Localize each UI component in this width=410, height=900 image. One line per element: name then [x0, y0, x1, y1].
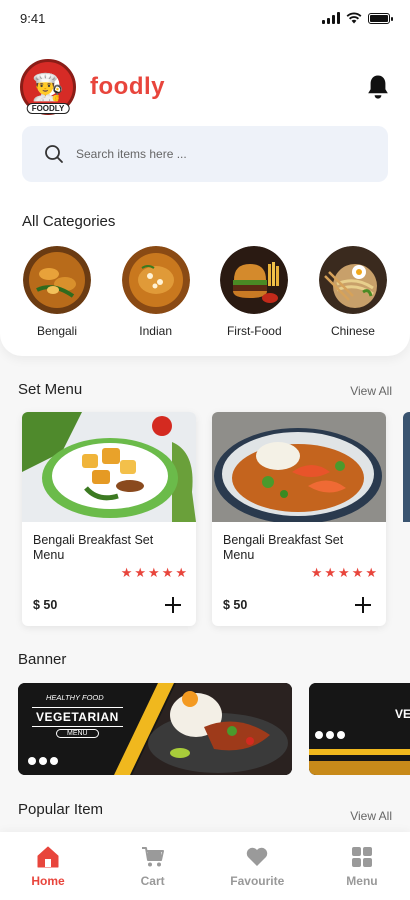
social-icons [315, 731, 345, 739]
cart-icon [141, 846, 164, 866]
bell-icon [368, 75, 388, 99]
set-menu-view-all-link[interactable]: View All [350, 384, 392, 398]
card-price: $ 50 [33, 598, 58, 612]
star-icon: ★ [120, 565, 133, 580]
category-list: Bengali Indian First-Food Chinese [22, 246, 388, 338]
banner-card[interactable]: Healthy Food Vegetarian Menu [18, 683, 292, 775]
category-label: First-Food [226, 324, 282, 338]
chef-icon: 👨‍🍳 [31, 72, 65, 102]
card-price: $ 50 [223, 598, 248, 612]
status-time: 9:41 [20, 10, 46, 26]
categories-title: All Categories [22, 213, 116, 230]
nav-cart[interactable]: Cart [113, 845, 193, 888]
add-to-cart-button[interactable] [162, 594, 184, 616]
category-chinese[interactable]: Chinese [318, 246, 388, 338]
star-icon: ★ [148, 565, 160, 580]
banner-tagline: Healthy Food [46, 693, 104, 702]
banner-heading: Vegetarian [32, 707, 123, 727]
add-to-cart-button[interactable] [352, 594, 374, 616]
rating-stars: ★ ★ ★ ★ ★ [311, 566, 377, 579]
star-icon: ★ [351, 565, 364, 580]
nav-menu[interactable]: Menu [322, 845, 402, 888]
popular-title: Popular Item [18, 801, 104, 818]
fast-food-image [220, 246, 289, 314]
twitter-icon [326, 731, 334, 739]
twitter-icon [39, 757, 47, 765]
banner-heading: Ve [395, 707, 410, 721]
banner-title: Banner [18, 651, 67, 668]
grid-icon [351, 846, 372, 867]
food-image [22, 412, 196, 522]
star-icon: ★ [310, 565, 323, 580]
set-menu-title: Set Menu [18, 381, 83, 398]
nav-favourite[interactable]: Favourite [217, 845, 297, 888]
star-icon: ★ [338, 565, 350, 580]
home-icon [37, 846, 59, 867]
search-bar[interactable] [22, 126, 388, 182]
plus-icon [165, 597, 181, 613]
banner-image [309, 683, 410, 775]
status-icons [322, 12, 393, 24]
star-icon: ★ [161, 565, 174, 580]
signal-icon [322, 12, 340, 24]
rating-stars: ★ ★ ★ ★ ★ [121, 566, 187, 579]
star-icon: ★ [134, 565, 147, 580]
nav-label: Home [31, 873, 65, 888]
category-first-food[interactable]: First-Food [219, 246, 289, 338]
banner-cta: Menu [56, 729, 99, 738]
brand-name: foodly [90, 73, 165, 100]
popular-view-all-link[interactable]: View All [350, 809, 392, 823]
search-input[interactable] [76, 147, 356, 161]
star-icon: ★ [365, 565, 377, 580]
star-icon: ★ [175, 565, 187, 580]
category-bengali[interactable]: Bengali [22, 246, 92, 338]
chinese-food-image [318, 246, 387, 314]
social-icons [28, 757, 58, 765]
category-indian[interactable]: Indian [121, 246, 191, 338]
wifi-icon [346, 12, 362, 24]
category-label: Bengali [36, 324, 78, 338]
app-header: 👨‍🍳 FOODLY foodly [20, 52, 392, 122]
notification-button[interactable] [364, 73, 392, 101]
banner-card[interactable]: Ve [309, 683, 410, 775]
card-title: Bengali Breakfast Set Menu [223, 533, 344, 562]
food-image [212, 412, 386, 524]
plus-icon [355, 597, 371, 613]
nav-home[interactable]: Home [8, 845, 88, 888]
category-label: Indian [139, 324, 172, 338]
battery-icon [368, 12, 393, 24]
nav-label: Menu [346, 873, 378, 888]
instagram-icon [50, 757, 58, 765]
heart-icon [247, 847, 268, 866]
card-title: Bengali Breakfast Set Menu [33, 533, 154, 562]
facebook-icon [315, 731, 323, 739]
set-menu-card[interactable]: Bengali Breakfast Set Menu ★ ★ ★ ★ ★ $ 5… [22, 412, 196, 626]
nav-label: Cart [140, 873, 165, 888]
nav-label: Favourite [230, 873, 285, 888]
indian-food-image [121, 246, 190, 314]
set-menu-card-peek[interactable] [403, 412, 410, 522]
facebook-icon [28, 757, 36, 765]
star-icon: ★ [324, 565, 337, 580]
bottom-navigation: Home Cart Favourite Menu [0, 832, 410, 900]
set-menu-card[interactable]: Bengali Breakfast Set Menu ★ ★ ★ ★ ★ $ 5… [212, 412, 386, 626]
app-logo: 👨‍🍳 FOODLY [20, 59, 76, 115]
bengali-food-image [23, 246, 91, 314]
status-bar: 9:41 [0, 0, 410, 36]
search-icon [45, 145, 63, 163]
logo-text: FOODLY [26, 103, 70, 114]
category-label: Chinese [330, 324, 375, 338]
instagram-icon [337, 731, 345, 739]
